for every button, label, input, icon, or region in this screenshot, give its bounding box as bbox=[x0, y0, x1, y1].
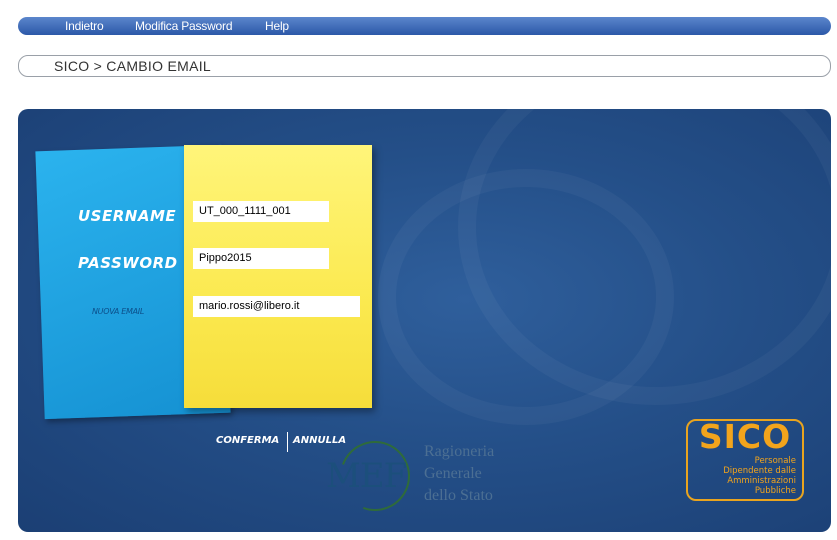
mef-logo: MEF bbox=[326, 456, 407, 496]
password-field[interactable]: Pippo2015 bbox=[193, 248, 329, 269]
yellow-sticky-note bbox=[184, 145, 372, 408]
nav-help[interactable]: Help bbox=[265, 20, 289, 33]
username-field[interactable]: UT_000_1111_001 bbox=[193, 201, 329, 222]
nav-back[interactable]: Indietro bbox=[65, 20, 104, 33]
sico-title: SICO bbox=[698, 417, 792, 456]
confirm-button[interactable]: CONFERMA bbox=[216, 435, 279, 446]
rgs-line: dello Stato bbox=[424, 487, 493, 504]
nav-change-password[interactable]: Modifica Password bbox=[135, 20, 233, 33]
username-label: USERNAME bbox=[78, 207, 177, 225]
sico-subtitle-line: Personale bbox=[754, 456, 796, 466]
sico-subtitle-line: Pubbliche bbox=[754, 486, 796, 496]
rgs-line: Generale bbox=[424, 465, 482, 482]
sico-subtitle-line: Amministrazioni bbox=[727, 476, 796, 486]
new-email-field[interactable]: mario.rossi@libero.it bbox=[193, 296, 360, 317]
sico-logo: SICO Personale Dipendente dalle Amminist… bbox=[686, 417, 804, 501]
sico-subtitle: Personale Dipendente dalle Amministrazio… bbox=[723, 456, 796, 496]
rgs-wordmark: Ragioneria Generale dello Stato bbox=[424, 441, 494, 507]
breadcrumb: SICO > CAMBIO EMAIL bbox=[18, 55, 831, 77]
rgs-line: Ragioneria bbox=[424, 443, 495, 460]
cancel-button[interactable]: ANNULLA bbox=[293, 435, 346, 446]
password-label: PASSWORD bbox=[78, 254, 178, 272]
new-email-label: NUOVA EMAIL bbox=[92, 307, 145, 316]
breadcrumb-text: SICO > CAMBIO EMAIL bbox=[54, 58, 212, 74]
sico-subtitle-line: Dipendente dalle bbox=[723, 466, 796, 476]
top-nav-bar: Indietro Modifica Password Help bbox=[18, 17, 831, 35]
action-divider bbox=[287, 432, 288, 452]
